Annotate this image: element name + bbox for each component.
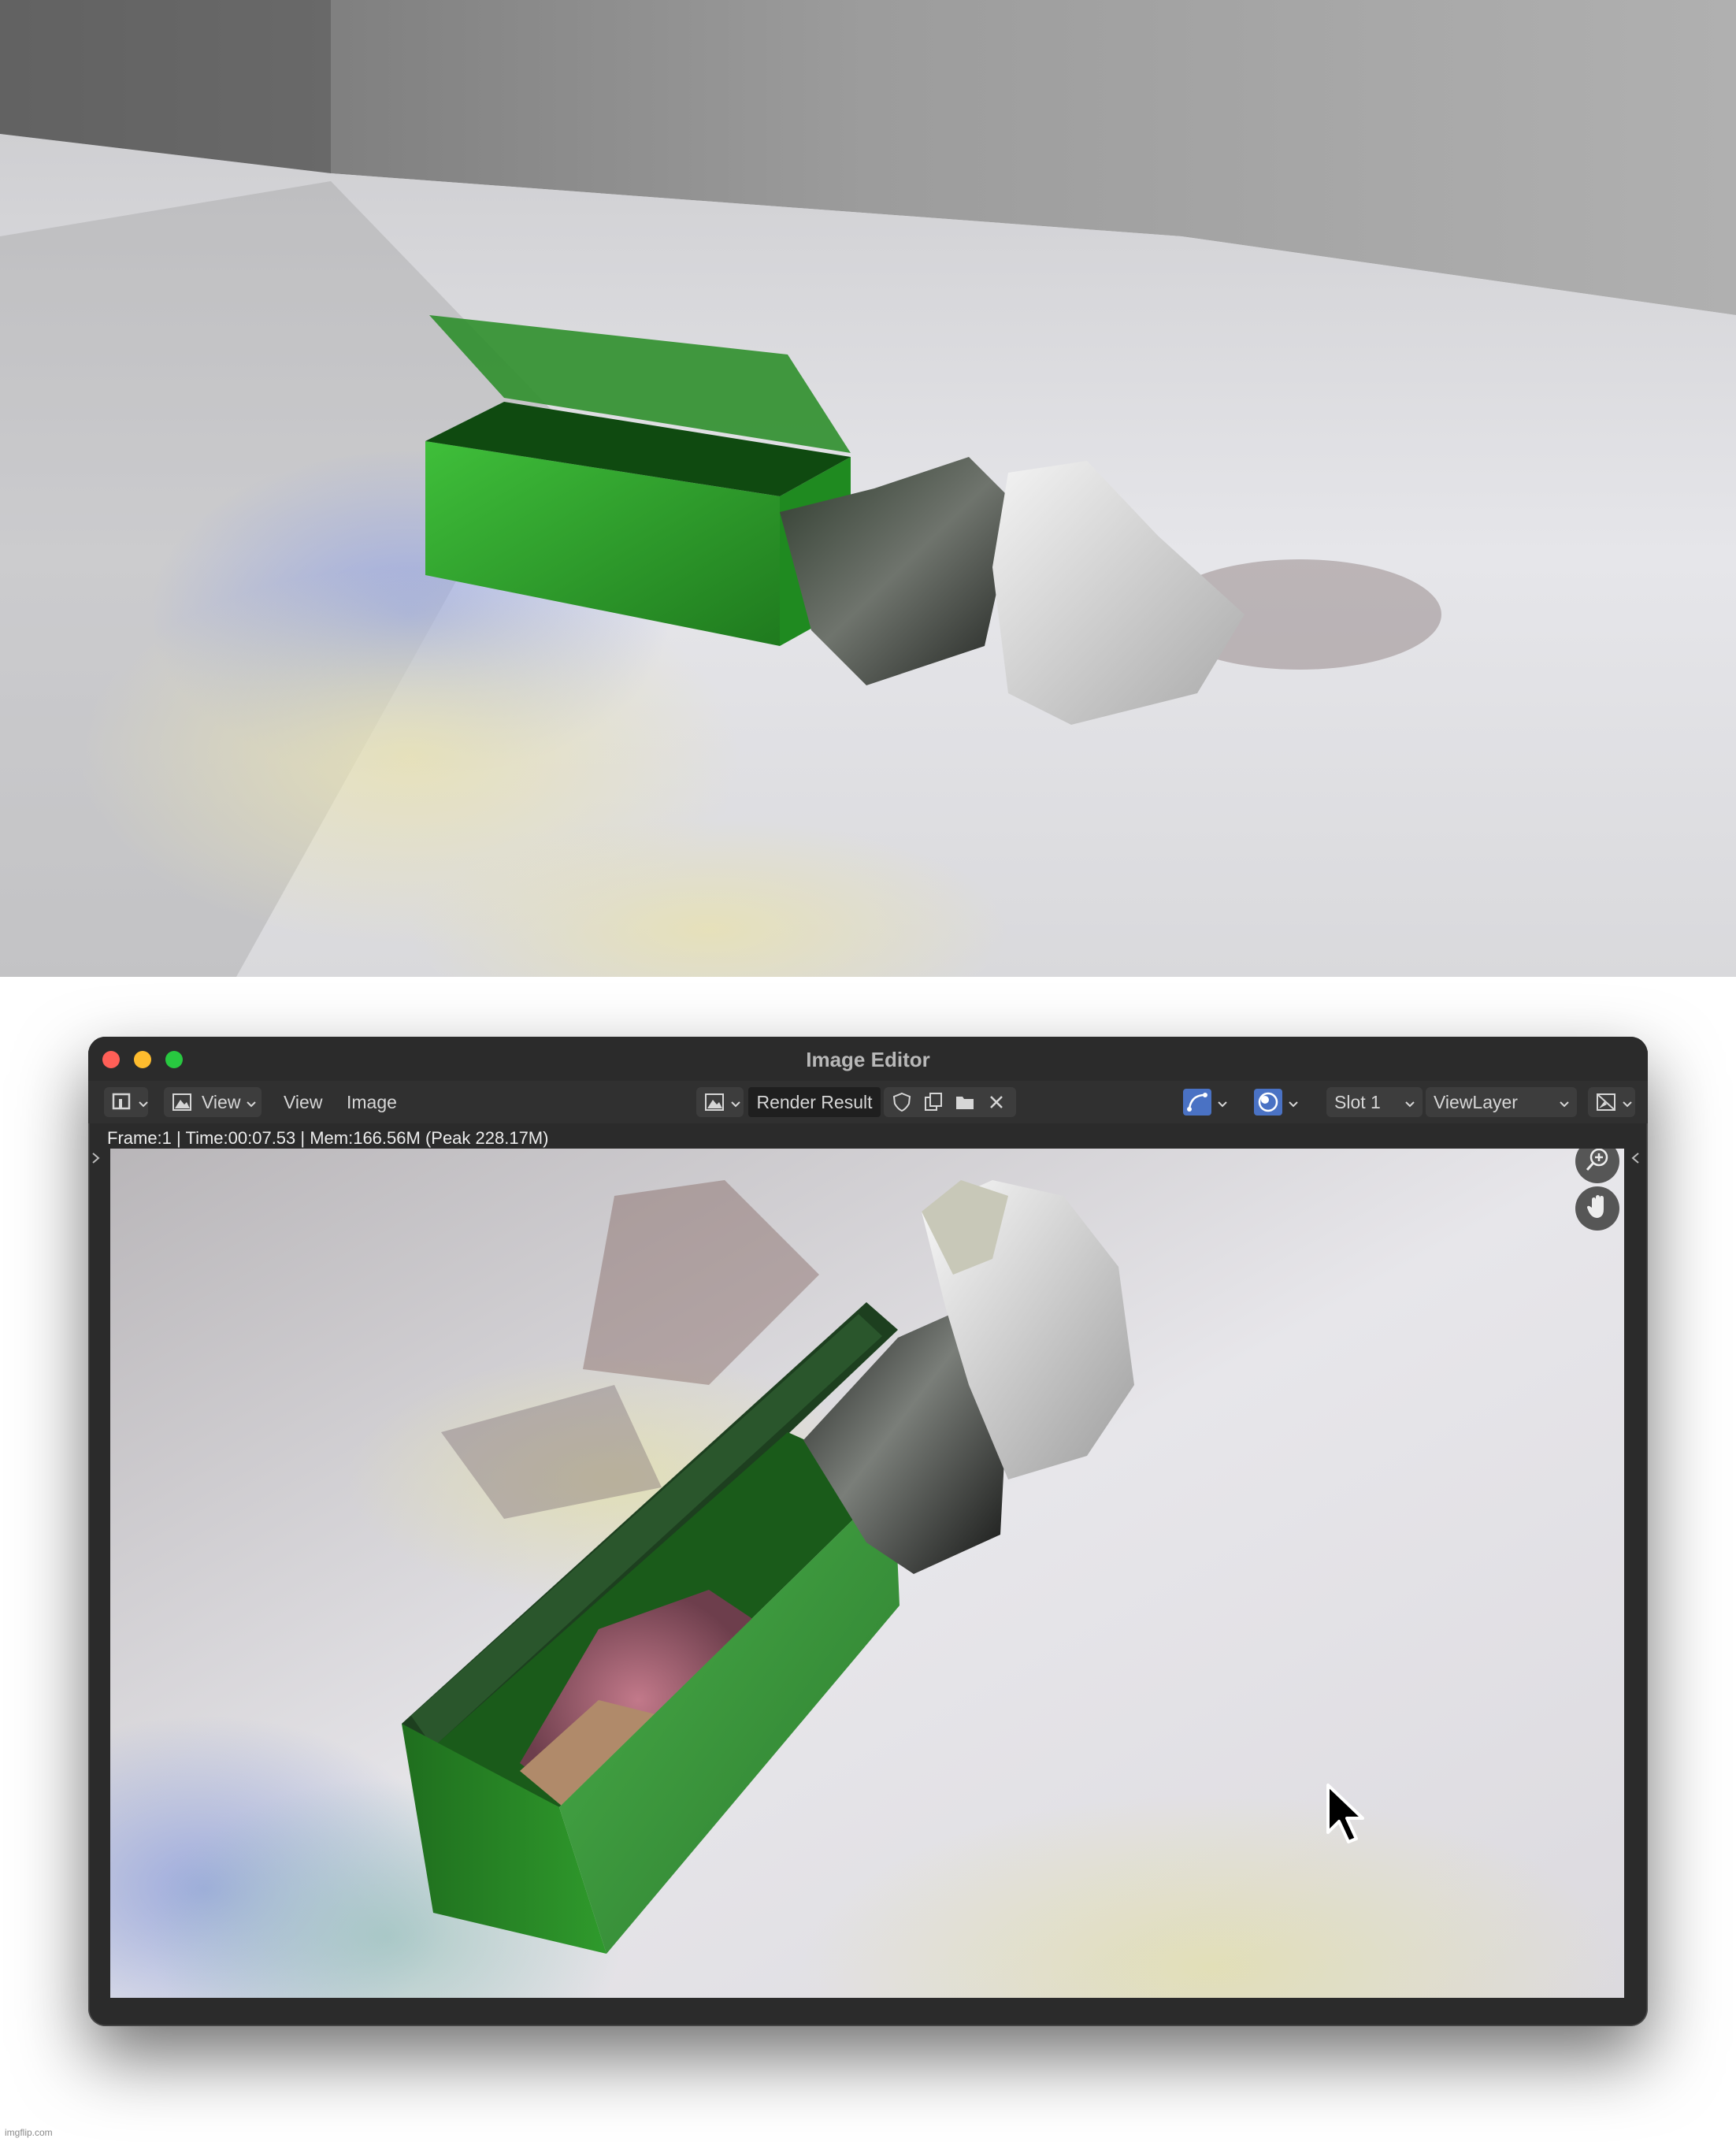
render-pass-icon xyxy=(1596,1092,1616,1112)
image-editor-window: Image Editor View View Image Render Resu… xyxy=(88,1037,1648,2026)
top-render-preview xyxy=(0,0,1736,977)
view-mode-label: View xyxy=(202,1091,241,1112)
chevron-down-icon xyxy=(1289,1092,1298,1113)
chevron-down-icon xyxy=(1218,1092,1227,1113)
view-mode-dropdown[interactable]: View xyxy=(164,1087,262,1117)
curve-tool-icon xyxy=(1183,1089,1211,1116)
image-name-field[interactable]: Render Result xyxy=(748,1087,881,1117)
image-mode-icon xyxy=(172,1092,192,1112)
shield-icon[interactable] xyxy=(892,1092,912,1112)
expand-toolbar-arrow[interactable] xyxy=(90,1149,106,1180)
pan-gizmo[interactable] xyxy=(1575,1186,1619,1231)
editor-type-dropdown[interactable] xyxy=(104,1087,148,1117)
watermark: imgflip.com xyxy=(5,2127,53,2138)
display-channels-dropdown[interactable] xyxy=(1254,1087,1317,1117)
browse-image-dropdown[interactable] xyxy=(696,1087,744,1117)
display-channels-icon xyxy=(1254,1089,1282,1116)
chevron-down-icon xyxy=(1405,1092,1415,1113)
header-toolbar: View View Image Render Result Slot 1 Vie… xyxy=(88,1081,1648,1123)
slot-dropdown[interactable]: Slot 1 xyxy=(1326,1087,1423,1117)
image-actions xyxy=(884,1087,1016,1117)
duplicate-icon[interactable] xyxy=(923,1092,944,1112)
chevron-down-icon xyxy=(139,1092,148,1113)
folder-icon[interactable] xyxy=(955,1092,975,1112)
title-bar: Image Editor xyxy=(88,1037,1648,1081)
view-layer-label: ViewLayer xyxy=(1434,1091,1518,1112)
expand-sidebar-arrow[interactable] xyxy=(1629,1149,1645,1180)
render-status-text: Frame:1 | Time:00:07.53 | Mem:166.56M (P… xyxy=(107,1128,549,1148)
view-layer-dropdown[interactable]: ViewLayer xyxy=(1426,1087,1577,1117)
menu-image[interactable]: Image xyxy=(342,1087,402,1117)
window-title: Image Editor xyxy=(806,1048,930,1071)
chevron-down-icon xyxy=(1623,1092,1632,1113)
sample-tool-dropdown[interactable] xyxy=(1183,1087,1246,1117)
menu-view[interactable]: View xyxy=(279,1087,327,1117)
image-viewport[interactable] xyxy=(110,1149,1624,1998)
mouse-pointer-icon xyxy=(1326,1784,1364,1843)
image-browse-icon xyxy=(704,1092,725,1112)
slot-label: Slot 1 xyxy=(1334,1091,1381,1112)
close-icon[interactable] xyxy=(986,1092,1007,1112)
render-pass-dropdown[interactable] xyxy=(1588,1087,1635,1117)
chevron-down-icon xyxy=(247,1092,257,1113)
chevron-down-icon xyxy=(1560,1092,1569,1113)
render-result-image xyxy=(110,1149,1624,1998)
hand-icon xyxy=(1584,1194,1611,1224)
zoom-icon xyxy=(1584,1149,1611,1177)
chevron-down-icon xyxy=(731,1092,740,1113)
image-editor-icon xyxy=(112,1092,132,1112)
